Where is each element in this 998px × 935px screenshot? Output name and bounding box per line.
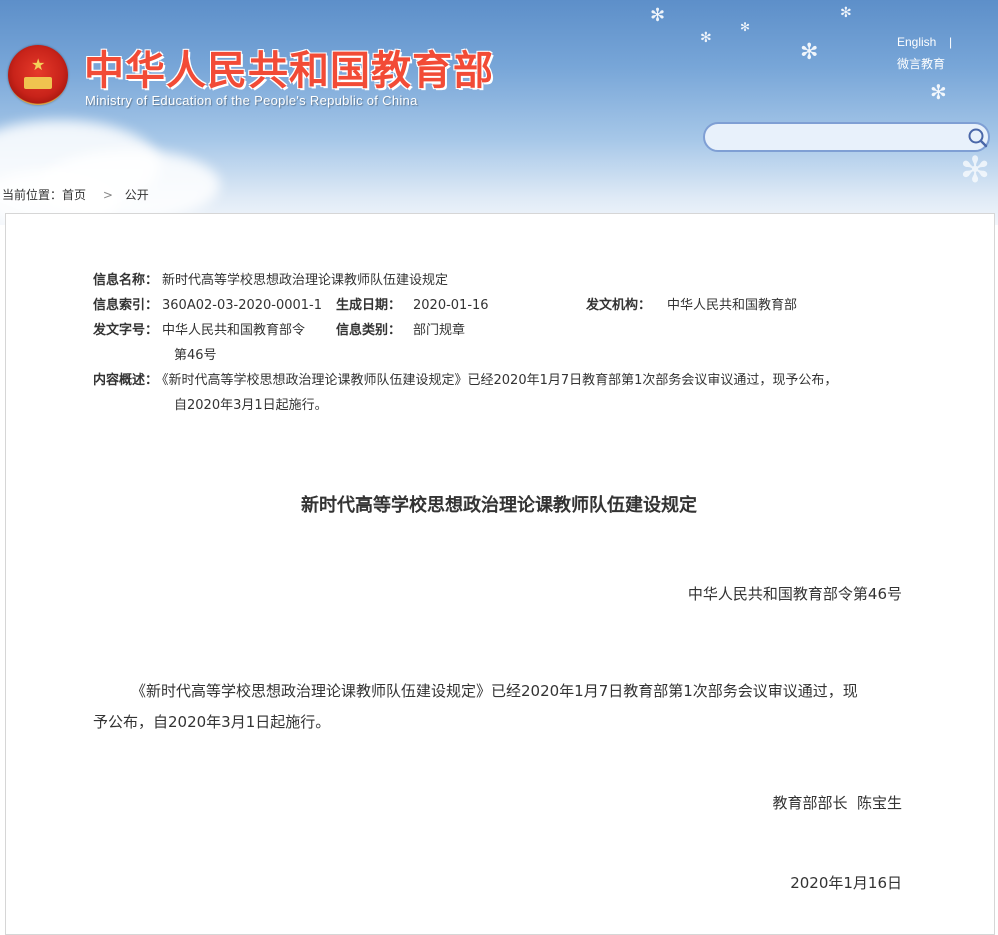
meta-category-label: 信息类别： (336, 323, 402, 338)
search-icon[interactable] (967, 127, 989, 149)
site-title: 中华人民共和国教育部 (84, 48, 494, 94)
meta-date-row: 生成日期： 2020-01-16 (336, 294, 489, 313)
document-order-number: 中华人民共和国教育部令第46号 (687, 585, 902, 603)
dandelion-decoration: ✻ (740, 20, 751, 34)
breadcrumb-home[interactable]: 首页 (62, 188, 86, 202)
document-date: 2020年1月16日 (790, 874, 902, 892)
dandelion-decoration: ✻ (960, 150, 991, 191)
meta-date-label: 生成日期： (336, 298, 402, 313)
meta-name-row: 信息名称： 新时代高等学校思想政治理论课教师队伍建设规定 (93, 269, 448, 288)
meta-org-value: 中华人民共和国教育部 (667, 298, 798, 313)
weiyan-link[interactable]: 微言教育 (897, 55, 945, 72)
breadcrumb: 当前位置：首页 > 公开 (2, 186, 154, 203)
meta-docno-value: 中华人民共和国教育部令 (162, 323, 306, 338)
meta-index-row: 信息索引： 360A02-03-2020-0001-1 (93, 294, 322, 313)
meta-summary-value: 《新时代高等学校思想政治理论课教师队伍建设规定》已经2020年1月7日教育部第1… (162, 373, 838, 388)
dandelion-decoration: ✻ (650, 5, 666, 26)
dandelion-decoration: ✻ (930, 80, 947, 104)
site-subtitle: Ministry of Education of the People's Re… (85, 93, 418, 108)
english-link[interactable]: English (897, 35, 936, 49)
document-signer: 教育部部长 陈宝生 (772, 794, 902, 812)
national-emblem-logo: ★ (8, 45, 68, 105)
meta-index-label: 信息索引： (93, 298, 159, 313)
breadcrumb-separator: > (102, 188, 113, 202)
meta-name-label: 信息名称： (93, 273, 159, 288)
link-divider: | (949, 35, 953, 49)
meta-summary-value-line2: 自2020年3月1日起施行。 (174, 398, 328, 413)
top-links: English | 微言教育 (897, 35, 952, 71)
dandelion-decoration: ✻ (840, 5, 852, 21)
document-title: 新时代高等学校思想政治理论课教师队伍建设规定 (301, 495, 697, 516)
meta-org-label: 发文机构： (586, 298, 652, 313)
meta-org-row: 发文机构： 中华人民共和国教育部 (586, 294, 797, 313)
meta-docno-value-line2: 第46号 (174, 348, 217, 363)
meta-name-value: 新时代高等学校思想政治理论课教师队伍建设规定 (162, 273, 449, 288)
meta-summary-label: 内容概述： (93, 373, 159, 388)
dandelion-decoration: ✻ (800, 40, 819, 65)
document-paragraph-line2: 予公布，自2020年3月1日起施行。 (93, 713, 331, 731)
breadcrumb-public[interactable]: 公开 (125, 188, 149, 202)
search-box (703, 122, 990, 152)
meta-category-row: 信息类别： 部门规章 (336, 319, 465, 338)
meta-category-value: 部门规章 (413, 323, 466, 338)
meta-summary-row: 内容概述： 《新时代高等学校思想政治理论课教师队伍建设规定》已经2020年1月7日… (93, 369, 837, 388)
breadcrumb-prefix: 当前位置： (2, 188, 63, 202)
search-input[interactable] (719, 128, 953, 148)
meta-index-value: 360A02-03-2020-0001-1 (162, 298, 323, 313)
meta-docno-label: 发文字号： (93, 323, 159, 338)
meta-docno-row: 发文字号： 中华人民共和国教育部令 (93, 319, 305, 338)
document-paragraph-line1: 《新时代高等学校思想政治理论课教师队伍建设规定》已经2020年1月7日教育部第1… (131, 682, 858, 700)
dandelion-decoration: ✻ (700, 30, 712, 46)
meta-date-value: 2020-01-16 (413, 298, 489, 313)
